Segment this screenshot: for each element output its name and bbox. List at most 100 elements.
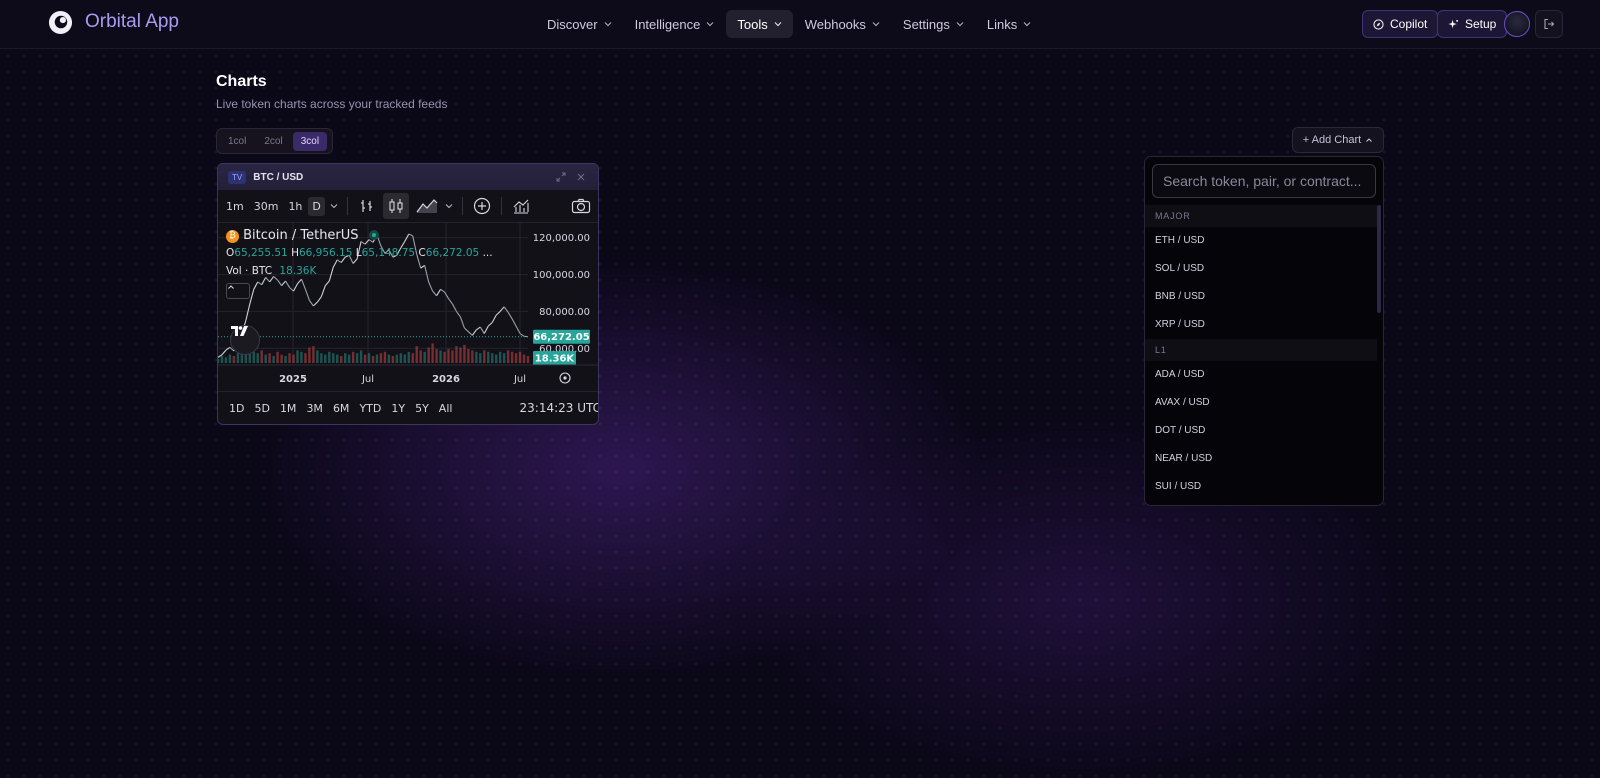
ohlc-more[interactable]: ...: [483, 247, 493, 259]
range-ytd[interactable]: YTD: [359, 402, 381, 415]
volume-bar: [228, 354, 232, 363]
volume-bar: [415, 346, 418, 363]
volume-bar: [340, 356, 343, 363]
volume-bar: [224, 357, 228, 363]
range-1m[interactable]: 1M: [280, 402, 297, 415]
volume-bar: [363, 354, 367, 363]
volume-bar: [296, 350, 299, 363]
volume-bar: [526, 356, 530, 363]
list-item[interactable]: SOL / USD: [1145, 255, 1377, 283]
list-item[interactable]: XRP / USD: [1145, 311, 1377, 339]
orbital-logo-icon[interactable]: [48, 10, 73, 35]
bar-style-icon[interactable]: [357, 196, 377, 216]
list-item[interactable]: DOT / USD: [1145, 417, 1377, 445]
volume-bar: [455, 346, 458, 363]
tradingview-logo-icon[interactable]: [230, 325, 260, 355]
range-6m[interactable]: 6M: [333, 402, 350, 415]
menu-webhooks[interactable]: Webhooks: [794, 10, 891, 38]
interval-d[interactable]: D: [308, 196, 325, 216]
add-chart-button[interactable]: + Add Chart: [1292, 127, 1384, 153]
range-all[interactable]: All: [439, 402, 453, 415]
copilot-button[interactable]: Copilot: [1362, 10, 1439, 38]
layout-option-2col[interactable]: 2col: [256, 132, 290, 151]
menu-intelligence[interactable]: Intelligence: [624, 10, 726, 38]
add-indicator-icon[interactable]: [472, 196, 492, 216]
symbol-legend[interactable]: ₿ Bitcoin / TetherUS: [226, 228, 379, 243]
chevron-down-icon[interactable]: [327, 199, 341, 213]
ohlc-close-label: C: [418, 247, 426, 259]
menu-tools[interactable]: Tools: [726, 10, 793, 38]
price-segment: [269, 276, 275, 283]
settings-gear-icon-center: [563, 376, 567, 380]
symbol-name: Bitcoin / TetherUS: [243, 228, 359, 243]
chevron-down-icon: [1023, 22, 1031, 27]
collapse-legend-button[interactable]: [226, 283, 250, 299]
volume-bar: [336, 354, 339, 363]
volume-bar: [367, 353, 371, 363]
avatar[interactable]: [1504, 11, 1530, 37]
camera-icon[interactable]: [571, 196, 591, 216]
chart-plot-area[interactable]: 120,000.00 100,000.00 80,000.00 60,000.00 66…: [218, 223, 598, 391]
chart-header[interactable]: TV BTC / USD: [218, 164, 598, 190]
volume-bar: [463, 344, 466, 363]
volume-bar: [435, 349, 438, 363]
scrollbar[interactable]: [1377, 205, 1381, 313]
token-search-input[interactable]: [1152, 164, 1376, 198]
volume-bar: [347, 354, 351, 363]
live-status-dot: [368, 230, 379, 240]
price-segment: [336, 259, 342, 264]
toolbar-divider: [461, 197, 463, 215]
price-segment: [408, 233, 413, 237]
list-item[interactable]: BNB / USD: [1145, 283, 1377, 311]
ohlc-high: 66,956.15: [298, 247, 353, 259]
logout-button[interactable]: [1535, 10, 1563, 38]
layout-option-1col[interactable]: 1col: [220, 132, 254, 151]
expand-icon[interactable]: [556, 172, 566, 182]
list-item[interactable]: SUI / USD: [1145, 473, 1377, 501]
volume-bar: [403, 354, 406, 363]
menu-settings[interactable]: Settings: [892, 10, 975, 38]
layout-option-3col[interactable]: 3col: [292, 131, 328, 151]
indicators-icon[interactable]: [415, 196, 439, 216]
range-5d[interactable]: 5D: [254, 402, 269, 415]
menu-discover[interactable]: Discover: [536, 10, 623, 38]
price-segment: [261, 277, 267, 285]
list-item[interactable]: NEAR / USD: [1145, 445, 1377, 473]
interval-1m[interactable]: 1m: [222, 197, 248, 216]
top-navigation: Orbital App Discover Intelligence Tools …: [0, 0, 1600, 49]
volume-bar: [399, 353, 403, 363]
price-segment: [499, 306, 505, 312]
volume-legend: Vol · BTC 18.36K: [226, 265, 316, 277]
interval-1h[interactable]: 1h: [284, 197, 306, 216]
candles-icon[interactable]: [382, 193, 409, 219]
app-name[interactable]: Orbital App: [85, 11, 179, 33]
volume-bar: [483, 350, 486, 363]
chevron-down-icon: [604, 22, 612, 27]
utc-clock[interactable]: 23:14:23 UTC: [520, 401, 599, 415]
list-item[interactable]: ETH / USD: [1145, 227, 1377, 255]
list-item[interactable]: AVAX / USD: [1145, 389, 1377, 417]
volume-bar: [375, 354, 379, 363]
volume-bar: [260, 350, 263, 363]
volume-bar: [514, 353, 518, 363]
menu-label: Links: [986, 16, 1018, 32]
volume-bar: [276, 351, 279, 363]
price-segment: [495, 311, 501, 316]
volume-bar: [443, 351, 446, 363]
menu-label: Intelligence: [634, 16, 701, 32]
ohlc-legend: O65,255.51 H66,956.15 L65,148.75 C66,272…: [226, 247, 493, 259]
interval-30m[interactable]: 30m: [250, 197, 283, 216]
list-item[interactable]: ADA / USD: [1145, 361, 1377, 389]
range-1d[interactable]: 1D: [229, 402, 244, 415]
price-segment: [285, 280, 291, 288]
chevron-down-icon[interactable]: [442, 199, 456, 213]
compare-icon[interactable]: [511, 196, 531, 216]
close-icon[interactable]: [576, 172, 586, 182]
tv-badge: TV: [228, 170, 247, 184]
setup-button[interactable]: Setup: [1437, 10, 1508, 38]
menu-links[interactable]: Links: [976, 10, 1042, 38]
range-3m[interactable]: 3M: [306, 402, 323, 415]
range-5y[interactable]: 5Y: [415, 402, 429, 415]
ohlc-open: 65,255.51: [234, 247, 288, 259]
range-1y[interactable]: 1Y: [391, 402, 405, 415]
